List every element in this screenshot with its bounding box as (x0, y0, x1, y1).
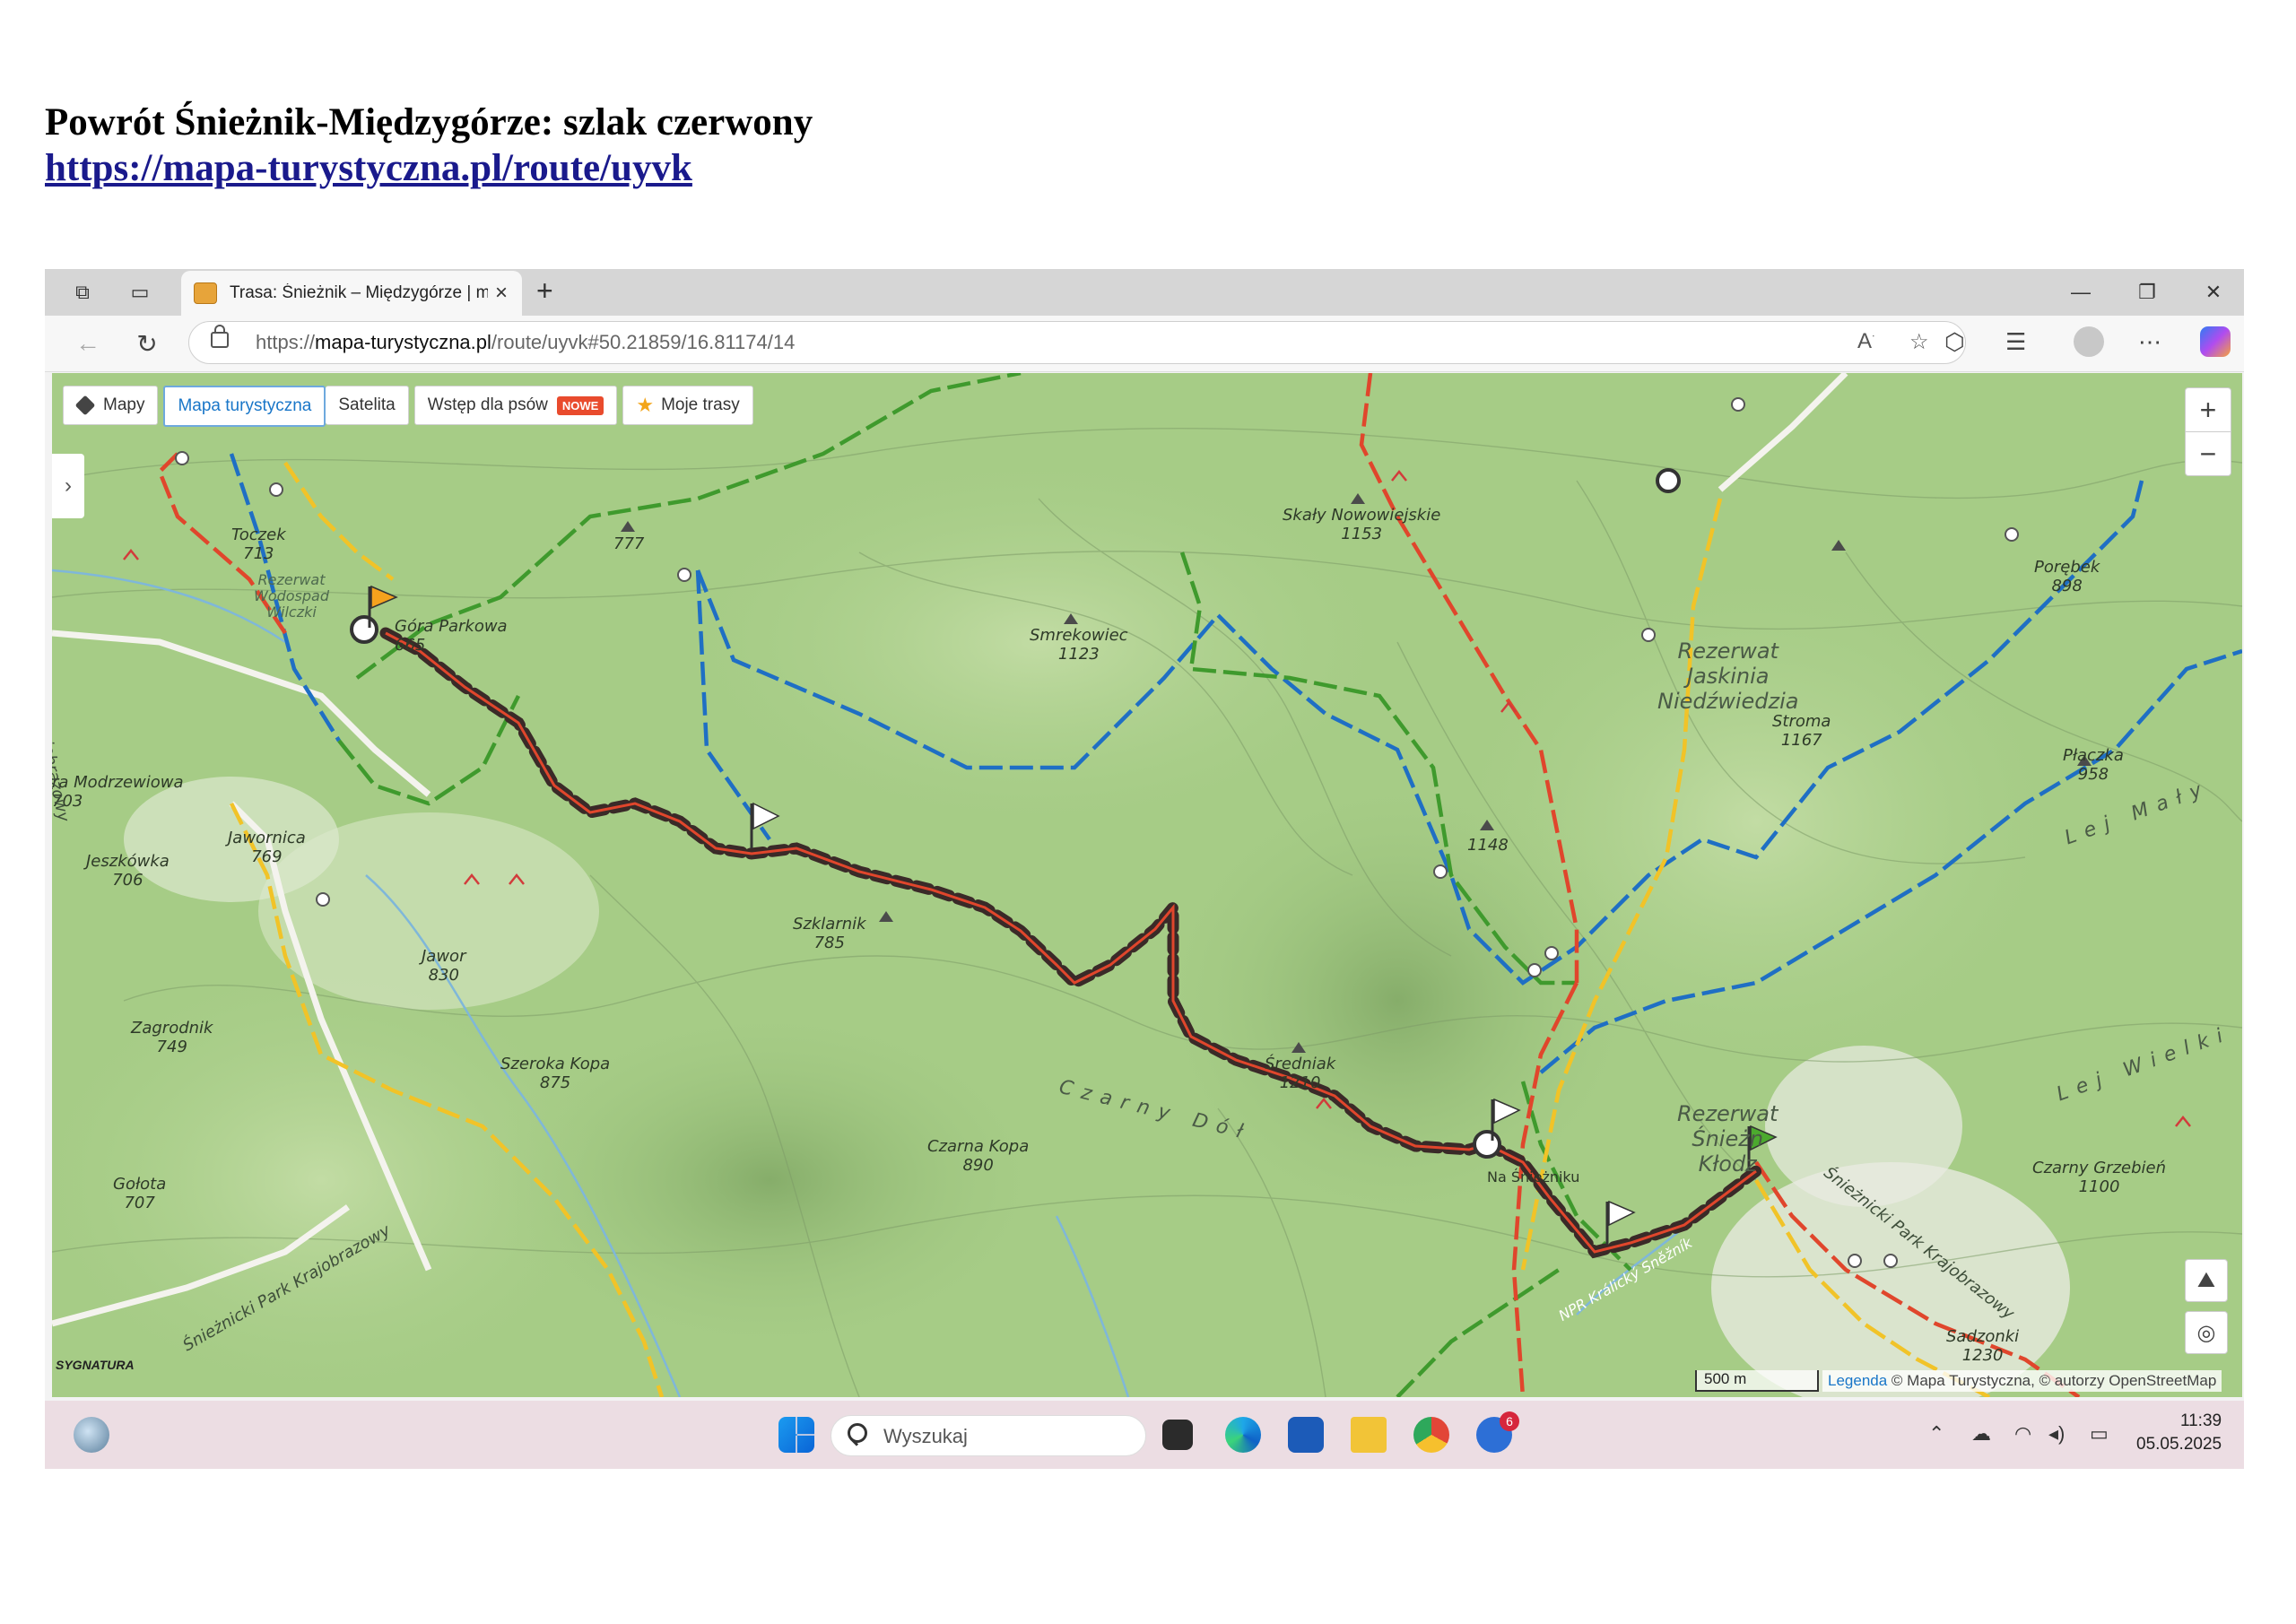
weather-icon[interactable] (74, 1417, 109, 1453)
zoom-control: + − (2185, 387, 2231, 476)
address-bar[interactable]: https://mapa-turystyczna.pl/route/uyvk#5… (188, 321, 1966, 364)
sidebar-toggle-button[interactable]: › (52, 454, 84, 518)
dogs-access-button[interactable]: Wstęp dla psów NOWE (413, 386, 618, 425)
new-tab-button[interactable]: + (536, 274, 553, 308)
battery-icon[interactable]: ▭ (2090, 1422, 2109, 1446)
back-icon[interactable]: ← (70, 328, 106, 359)
tourist-map-tab[interactable]: Mapa turystyczna (163, 386, 326, 427)
label-stroma: Stroma 1167 (1772, 712, 1831, 750)
edge-icon[interactable] (1225, 1417, 1261, 1453)
tab-title: Trasa: Śnieżnik – Międzygórze | m (230, 283, 488, 302)
label-rezerwat-snieznik: Rezerwat Śnieżn Kłodz (1677, 1101, 1779, 1177)
favorite-star-icon[interactable]: ☆ (1909, 329, 1929, 355)
scale-bar: 500 m (1695, 1370, 1819, 1392)
clock-date: 05.05.2025 (2136, 1435, 2222, 1454)
refresh-icon[interactable]: ↻ (129, 328, 165, 359)
satellite-tab[interactable]: Satelita (326, 386, 409, 425)
label-zagrodnik: Zagrodnik 749 (131, 1019, 213, 1056)
restore-button[interactable]: ❐ (2120, 276, 2174, 308)
label-szklarnik: Szklarnik 785 (793, 915, 866, 952)
label-porebek: Porębek 898 (2034, 558, 2100, 595)
profile-avatar[interactable] (2074, 326, 2104, 357)
start-icon[interactable] (778, 1417, 814, 1453)
document-title: Powrót Śnieżnik-Międzygórze: szlak czerw… (45, 101, 813, 143)
chevron-up-icon[interactable]: ⌃ (1928, 1422, 1944, 1446)
label-sredniak: Średniak 1210 (1265, 1055, 1336, 1092)
label-toczek: Toczek 713 (231, 525, 286, 563)
file-explorer-icon[interactable] (1351, 1417, 1387, 1453)
label-placzka: Płaczka 958 (2063, 746, 2124, 784)
extensions-icon[interactable]: ⬡ (1944, 328, 1965, 356)
search-placeholder: Wyszukaj (883, 1425, 968, 1447)
layers-icon (74, 395, 96, 416)
task-view-icon[interactable] (1162, 1420, 1193, 1450)
close-window-button[interactable]: ✕ (2187, 276, 2240, 308)
copilot-icon[interactable] (2200, 326, 2231, 357)
label-czarny-grzebien: Czarny Grzebień 1100 (2032, 1159, 2167, 1196)
label-jawor: Jawor 830 (422, 947, 466, 985)
chrome-icon[interactable] (1413, 1417, 1449, 1453)
address-row: ← ↻ https://mapa-turystyczna.pl/route/uy… (45, 316, 2244, 372)
zoom-in-button[interactable]: + (2186, 388, 2231, 431)
tab-route[interactable]: Trasa: Śnieżnik – Międzygórze | m × (181, 271, 522, 316)
label-777: 777 (613, 534, 645, 553)
label-rezerwat-wodospad: Rezerwat Wodospad Wilczki (254, 571, 330, 621)
label-1148: 1148 (1467, 836, 1509, 855)
new-badge: NOWE (556, 395, 604, 415)
workspaces-icon[interactable]: ⧉ (65, 276, 100, 308)
label-sadzonki: Sadzonki 1230 (1946, 1327, 2020, 1365)
legend-link[interactable]: Legenda (1828, 1372, 1887, 1389)
route-link[interactable]: https://mapa-turystyczna.pl/route/uyvk (45, 146, 692, 191)
label-golota: Gołota 707 (113, 1175, 167, 1212)
store-icon[interactable] (1288, 1417, 1324, 1453)
label-smrekowiec: Smrekowiec 1123 (1030, 626, 1128, 664)
label-jeszkowka: Jeszkówka 706 (86, 852, 170, 890)
wifi-icon[interactable]: ◠ (2014, 1422, 2031, 1446)
label-jawornica: Jawornica 769 (228, 829, 306, 866)
locate-icon[interactable]: ◎ (2185, 1311, 2228, 1354)
clock-time: 11:39 (2179, 1411, 2222, 1430)
label-szeroka-kopa: Szeroka Kopa 875 (500, 1055, 611, 1092)
maps-button[interactable]: Mapy (63, 386, 159, 425)
vertical-tabs-icon[interactable]: ▭ (122, 276, 158, 308)
map-view[interactable]: Toczek 713 Rezerwat Wodospad Wilczki Góra P… (52, 373, 2242, 1397)
taskbar-search[interactable]: Wyszukaj (831, 1415, 1146, 1456)
label-czarna-kopa: Czarna Kopa 890 (927, 1137, 1030, 1175)
clock[interactable]: 11:39 05.05.2025 (2136, 1410, 2222, 1456)
windows-taskbar: Wyszukaj 6 ⌃ ☁ ◠ ◂) ▭ 11:39 05.05.2025 (45, 1401, 2244, 1469)
volume-icon[interactable]: ◂) (2048, 1422, 2065, 1446)
favicon-icon (194, 282, 217, 304)
minimize-button[interactable]: — (2054, 276, 2108, 308)
tab-close-icon[interactable]: × (495, 281, 508, 306)
star-icon: ★ (636, 394, 655, 416)
browser-tab-bar: ⧉ ▭ Trasa: Śnieżnik – Międzygórze | m × … (45, 269, 2244, 316)
favorites-icon[interactable]: ☰ (2005, 328, 2026, 356)
notification-badge: 6 (1500, 1411, 1519, 1431)
my-routes-button[interactable]: ★ Moje trasy (622, 386, 753, 425)
attribution: Legenda © Mapa Turystyczna, © autorzy Op… (1822, 1370, 2222, 1392)
more-options-icon[interactable]: ⋯ (2138, 328, 2161, 356)
label-rezerwat-jaskinia: Rezerwat Jaskinia Niedźwiedzia (1657, 638, 1799, 714)
label-na-snieznik: Na Śnieżniku (1487, 1168, 1580, 1185)
url-text: https://mapa-turystyczna.pl/route/uyvk#5… (256, 331, 796, 353)
sygnatura-logo: SYGNATURA (56, 1358, 135, 1372)
read-aloud-icon[interactable]: Aᐧ (1857, 329, 1874, 354)
label-skaly-nowowiejskie: Skały Nowowiejskie 1153 (1283, 506, 1441, 543)
zoom-out-button[interactable]: − (2186, 431, 2231, 475)
screenshot: ⧉ ▭ Trasa: Śnieżnik – Międzygórze | m × … (45, 269, 2244, 1469)
cloud-icon[interactable]: ☁ (1971, 1422, 1991, 1446)
label-gora-parkowa: Góra Parkowa 665 (395, 617, 508, 655)
terrain-icon[interactable]: ⛰ (2185, 1259, 2228, 1302)
lock-icon (211, 325, 229, 348)
map-toolbar: Mapy Mapa turystyczna Satelita Wstęp dla… (63, 386, 759, 427)
label-modrzewiowa: ra Modrzewiowa 703 (52, 773, 184, 811)
